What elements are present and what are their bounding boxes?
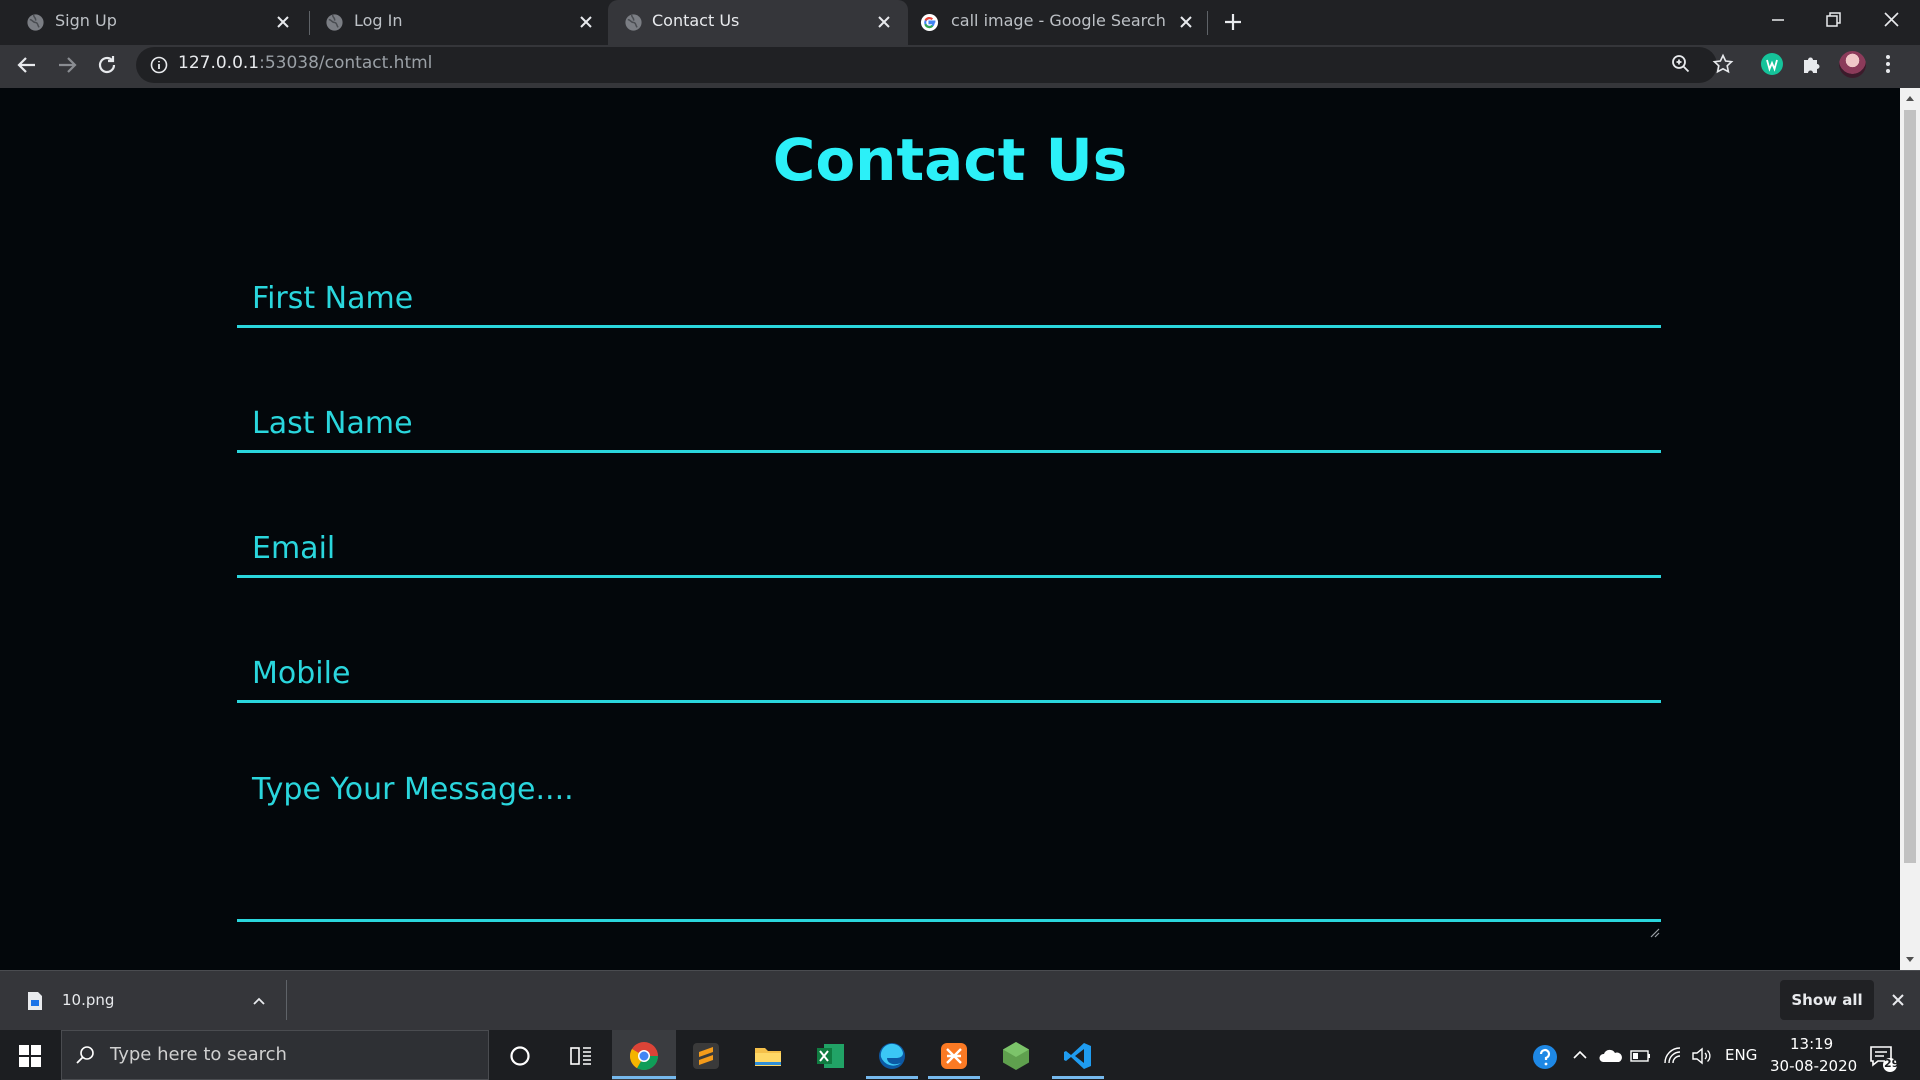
profile-avatar[interactable] xyxy=(1839,51,1866,78)
tab-label: Log In xyxy=(354,11,403,30)
globe-icon xyxy=(27,14,44,31)
menu-kebab-icon[interactable] xyxy=(1881,51,1895,77)
show-all-button[interactable]: Show all xyxy=(1780,980,1874,1020)
resize-grip-icon[interactable] xyxy=(1648,926,1660,938)
close-tab-icon[interactable] xyxy=(576,12,596,32)
onedrive-icon[interactable] xyxy=(1599,1046,1623,1066)
scroll-thumb[interactable] xyxy=(1904,110,1916,863)
email-field[interactable] xyxy=(237,522,1661,578)
chrome-icon[interactable] xyxy=(628,1040,660,1072)
mobile-field[interactable] xyxy=(237,647,1661,703)
volume-icon[interactable] xyxy=(1690,1046,1712,1066)
tab-label: Sign Up xyxy=(55,11,117,30)
language-indicator[interactable]: ENG xyxy=(1725,1046,1757,1064)
site-info-icon[interactable] xyxy=(149,55,169,75)
chevron-up-icon[interactable] xyxy=(250,993,268,1009)
tab-separator xyxy=(1207,11,1208,35)
message-textarea[interactable] xyxy=(237,772,1661,922)
edge-icon[interactable] xyxy=(876,1040,908,1072)
close-tab-icon[interactable] xyxy=(874,12,894,32)
excel-icon[interactable] xyxy=(814,1040,846,1072)
windows-start-icon[interactable] xyxy=(19,1045,41,1067)
google-icon xyxy=(920,13,939,32)
minimize-icon[interactable] xyxy=(1763,8,1793,32)
extensions-puzzle-icon[interactable] xyxy=(1799,51,1825,77)
running-indicator xyxy=(1052,1076,1104,1079)
vscode-icon[interactable] xyxy=(1062,1040,1094,1072)
notification-count: 29 xyxy=(1884,1057,1900,1070)
globe-icon xyxy=(326,14,343,31)
task-view-icon[interactable] xyxy=(565,1040,597,1072)
reload-icon[interactable] xyxy=(93,51,121,79)
back-icon[interactable] xyxy=(13,51,41,79)
url-text[interactable]: 127.0.0.1:53038/contact.html xyxy=(178,53,432,73)
download-file-name[interactable]: 10.png xyxy=(62,991,114,1009)
close-tab-icon[interactable] xyxy=(1176,12,1196,32)
running-indicator xyxy=(866,1076,918,1079)
nodejs-icon[interactable] xyxy=(1000,1040,1032,1072)
tab-google-search[interactable]: call image - Google Search xyxy=(908,0,1208,45)
globe-icon xyxy=(625,14,642,31)
cortana-icon[interactable] xyxy=(504,1040,536,1072)
tab-sign-up[interactable]: Sign Up xyxy=(0,0,305,45)
tab-contact-us[interactable]: Contact Us xyxy=(608,0,908,45)
close-shelf-icon[interactable] xyxy=(1888,990,1908,1010)
zoom-icon[interactable] xyxy=(1670,53,1692,75)
tab-label: Contact Us xyxy=(652,11,740,30)
shelf-divider xyxy=(286,980,287,1020)
grammarly-extension-icon[interactable] xyxy=(1759,51,1785,77)
url-path: :53038/contact.html xyxy=(259,53,433,73)
scroll-up-icon[interactable] xyxy=(1904,93,1916,103)
last-name-field[interactable] xyxy=(237,397,1661,453)
running-indicator xyxy=(612,1076,676,1079)
image-file-icon xyxy=(28,992,42,1010)
search-icon xyxy=(76,1046,94,1064)
close-tab-icon[interactable] xyxy=(273,12,293,32)
first-name-field[interactable] xyxy=(237,272,1661,328)
battery-icon[interactable] xyxy=(1630,1048,1652,1064)
clock-time[interactable]: 13:19 xyxy=(1790,1035,1833,1053)
page-title: Contact Us xyxy=(772,126,1128,194)
tab-label: call image - Google Search xyxy=(951,11,1166,30)
forward-icon[interactable] xyxy=(53,51,81,79)
wifi-icon[interactable] xyxy=(1663,1046,1683,1066)
download-shelf xyxy=(0,970,1920,1030)
chevron-up-icon[interactable] xyxy=(1571,1046,1589,1064)
new-tab-icon[interactable] xyxy=(1221,10,1245,34)
bookmark-star-icon[interactable] xyxy=(1712,53,1734,75)
url-host: 127.0.0.1 xyxy=(178,53,260,73)
file-explorer-icon[interactable] xyxy=(752,1040,784,1072)
close-window-icon[interactable] xyxy=(1876,8,1906,32)
restore-icon[interactable] xyxy=(1818,8,1848,32)
sublime-text-icon[interactable] xyxy=(690,1040,722,1072)
tab-log-in[interactable]: Log In xyxy=(305,0,608,45)
taskbar-search-placeholder[interactable]: Type here to search xyxy=(110,1044,287,1065)
clock-date[interactable]: 30-08-2020 xyxy=(1770,1057,1857,1075)
running-indicator xyxy=(928,1076,980,1079)
tab-strip: Sign Up Log In Contact Us call image - G… xyxy=(0,0,1920,45)
scroll-down-icon[interactable] xyxy=(1904,955,1916,965)
xampp-icon[interactable] xyxy=(938,1040,970,1072)
help-icon[interactable] xyxy=(1530,1042,1560,1072)
